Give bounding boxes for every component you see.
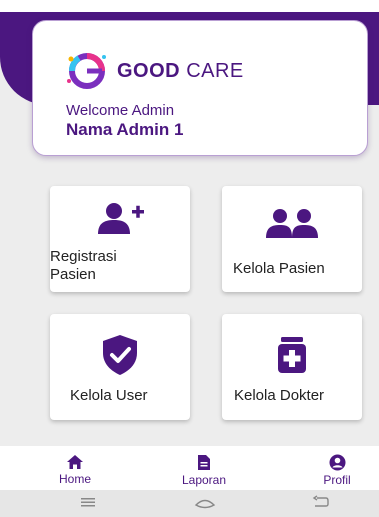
system-navigation-bar [0, 490, 379, 517]
tile-label: Kelola Dokter [234, 387, 325, 404]
medical-kit-icon [278, 337, 306, 373]
tile-label: Kelola User [70, 387, 148, 404]
kelola-user-button[interactable]: Kelola User [50, 314, 190, 420]
shield-check-icon [103, 335, 137, 375]
nav-home[interactable]: Home [50, 446, 100, 490]
welcome-card: GOOD CARE Welcome Admin Nama Admin 1 [32, 20, 368, 156]
good-care-logo-icon [67, 53, 106, 89]
home-button-icon[interactable] [194, 495, 216, 511]
user-plus-icon [98, 203, 144, 234]
tile-label: Registrasi Pasien [50, 248, 117, 283]
kelola-pasien-button[interactable]: Kelola Pasien [222, 186, 362, 292]
tile-label: Kelola Pasien [233, 260, 325, 277]
nav-laporan[interactable]: Laporan [172, 446, 236, 490]
nav-profil[interactable]: Profil [312, 446, 362, 490]
users-icon [266, 209, 318, 238]
brand-name: GOOD CARE [117, 59, 244, 82]
nav-label: Laporan [181, 473, 227, 487]
back-icon[interactable] [312, 495, 330, 509]
nav-label: Profil [323, 473, 351, 487]
kelola-dokter-button[interactable]: Kelola Dokter [222, 314, 362, 420]
nav-label: Home [58, 472, 91, 486]
home-icon [67, 455, 83, 469]
welcome-text: Welcome Admin [66, 102, 175, 119]
registrasi-pasien-button[interactable]: Registrasi Pasien [50, 186, 190, 292]
user-circle-icon [329, 454, 345, 471]
admin-name: Nama Admin 1 [66, 120, 184, 139]
bottom-navigation: Home Laporan Profil [0, 446, 379, 490]
app-logo: GOOD CARE [65, 51, 244, 91]
document-icon [198, 455, 210, 470]
recent-apps-icon[interactable] [80, 495, 96, 509]
